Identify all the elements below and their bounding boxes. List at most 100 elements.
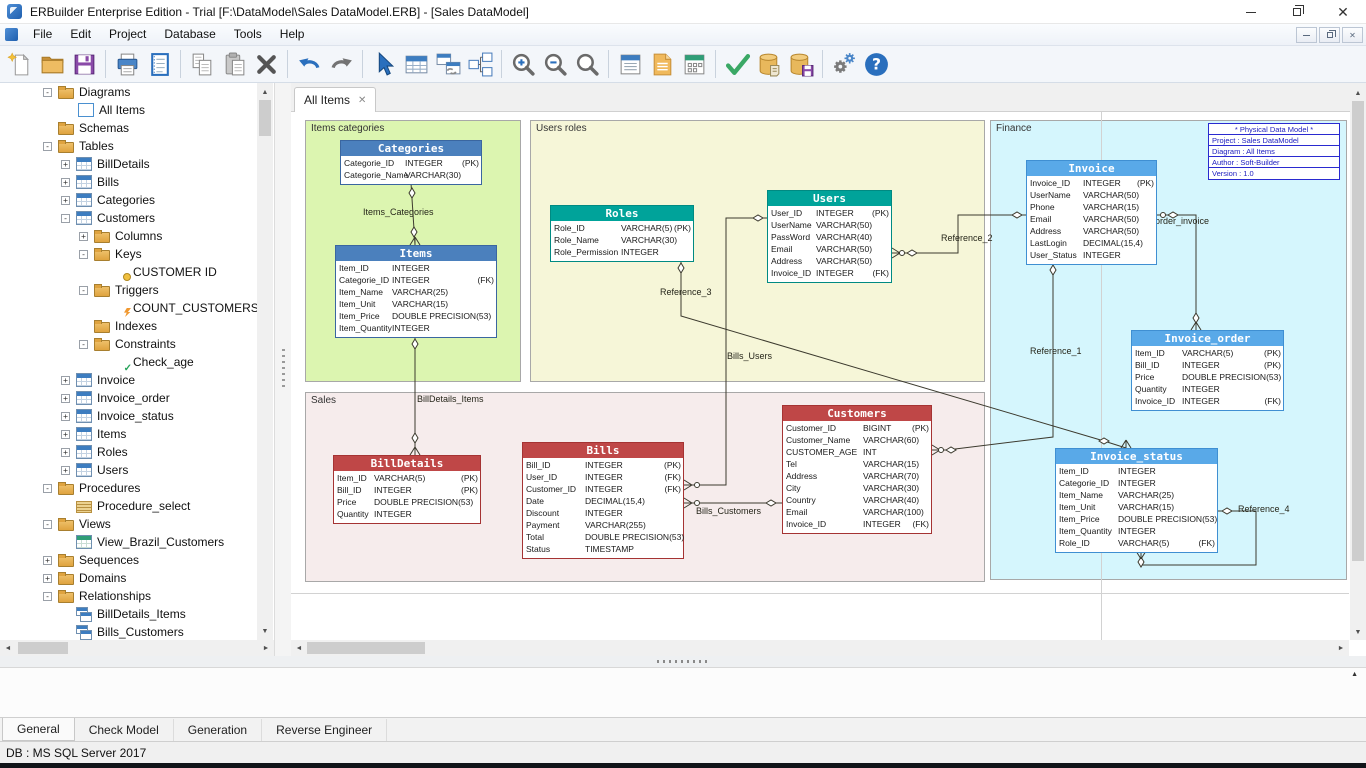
zoom-in-button[interactable] xyxy=(507,48,539,80)
tree-item-procedures[interactable]: -Procedures xyxy=(0,479,257,497)
tree-item-diagrams[interactable]: -Diagrams xyxy=(0,83,257,101)
entity-invoice[interactable]: InvoiceInvoice_IDINTEGER(PK)UserNameVARC… xyxy=(1026,160,1157,265)
expander-plus-icon[interactable]: + xyxy=(61,178,70,187)
tree-item-columns[interactable]: +Columns xyxy=(0,227,257,245)
print-button[interactable] xyxy=(111,48,143,80)
entity-invoice_status[interactable]: Invoice_statusItem_IDINTEGERCategorie_ID… xyxy=(1055,448,1218,553)
expander-plus-icon[interactable]: + xyxy=(61,430,70,439)
tree-item-count-customers[interactable]: COUNT_CUSTOMERS xyxy=(0,299,257,317)
canvas-vertical-scrollbar[interactable]: ▲ ▼ xyxy=(1350,85,1366,640)
model-info-box[interactable]: * Physical Data Model *Project : Sales D… xyxy=(1208,123,1340,180)
panel-splitter-horizontal[interactable] xyxy=(0,656,1366,667)
relationship-label-reference_3[interactable]: Reference_3 xyxy=(660,287,712,297)
expander-minus-icon[interactable]: - xyxy=(79,250,88,259)
expander-plus-icon[interactable]: + xyxy=(61,466,70,475)
zoom-button[interactable] xyxy=(571,48,603,80)
tree-item-check-age[interactable]: Check_age xyxy=(0,353,257,371)
restore-button[interactable] xyxy=(1274,0,1320,24)
expander-plus-icon[interactable]: + xyxy=(61,394,70,403)
tree-item-relationships[interactable]: -Relationships xyxy=(0,587,257,605)
view-grid-button[interactable] xyxy=(678,48,710,80)
canvas-horizontal-scrollbar[interactable]: ◄ ► xyxy=(291,640,1349,656)
expander-minus-icon[interactable]: - xyxy=(43,142,52,151)
tree-item-bills-customers[interactable]: Bills_Customers xyxy=(0,623,257,640)
check-model-button[interactable] xyxy=(721,48,753,80)
expander-minus-icon[interactable]: - xyxy=(61,214,70,223)
diagram-surface[interactable]: Items categoriesUsers rolesFinanceSalesI… xyxy=(291,112,1349,640)
scroll-right-icon[interactable]: ► xyxy=(1333,641,1349,655)
tree-item-categories[interactable]: +Categories xyxy=(0,191,257,209)
expander-minus-icon[interactable]: - xyxy=(43,592,52,601)
pointer-button[interactable] xyxy=(368,48,400,80)
scroll-up-icon[interactable]: ▲ xyxy=(257,85,273,99)
close-button[interactable]: ✕ xyxy=(1320,0,1366,24)
minimize-button[interactable] xyxy=(1228,0,1274,24)
tab-all-items[interactable]: All Items ✕ xyxy=(294,87,376,112)
tree-horizontal-scrollbar[interactable]: ◄ ► xyxy=(0,640,274,656)
tree-item-all-items[interactable]: All Items xyxy=(0,101,257,119)
expander-minus-icon[interactable]: - xyxy=(43,88,52,97)
new-document-button[interactable] xyxy=(4,48,36,80)
zoom-out-button[interactable] xyxy=(539,48,571,80)
mdi-close-button[interactable]: ✕ xyxy=(1342,27,1363,43)
add-relationship-button[interactable] xyxy=(432,48,464,80)
tab-reverse-engineer[interactable]: Reverse Engineer xyxy=(262,719,387,741)
entity-users[interactable]: UsersUser_IDINTEGER(PK)UserNameVARCHAR(5… xyxy=(767,190,892,283)
expander-minus-icon[interactable]: - xyxy=(43,520,52,529)
delete-button[interactable] xyxy=(250,48,282,80)
tree-item-items[interactable]: +Items xyxy=(0,425,257,443)
menu-file[interactable]: File xyxy=(24,24,61,45)
menu-edit[interactable]: Edit xyxy=(61,24,100,45)
expander-plus-icon[interactable]: + xyxy=(61,196,70,205)
tree-item-bills[interactable]: +Bills xyxy=(0,173,257,191)
expander-plus-icon[interactable]: + xyxy=(79,232,88,241)
expander-plus-icon[interactable]: + xyxy=(61,412,70,421)
menu-help[interactable]: Help xyxy=(271,24,314,45)
tab-general[interactable]: General xyxy=(2,718,75,741)
generate-database-button[interactable] xyxy=(753,48,785,80)
tree-item-users[interactable]: +Users xyxy=(0,461,257,479)
tree-item-billdetails-items[interactable]: BillDetails_Items xyxy=(0,605,257,623)
tab-generation[interactable]: Generation xyxy=(174,719,262,741)
tab-check-model[interactable]: Check Model xyxy=(75,719,174,741)
save-database-button[interactable] xyxy=(785,48,817,80)
entity-categories[interactable]: CategoriesCategorie_IDINTEGER(PK)Categor… xyxy=(340,140,482,185)
entity-roles[interactable]: RolesRole_IDVARCHAR(5)(PK)Role_NameVARCH… xyxy=(550,205,694,262)
entity-items[interactable]: ItemsItem_IDINTEGERCategorie_IDINTEGER(F… xyxy=(335,245,497,338)
save-button[interactable] xyxy=(68,48,100,80)
view-outline-button[interactable] xyxy=(614,48,646,80)
relationship-label-reference_4[interactable]: Reference_4 xyxy=(1238,504,1290,514)
panel-splitter-vertical[interactable] xyxy=(274,83,291,656)
expander-minus-icon[interactable]: - xyxy=(79,286,88,295)
view-report-button[interactable] xyxy=(646,48,678,80)
relationship-label-order_invoice[interactable]: order_invoice xyxy=(1155,216,1209,226)
expander-plus-icon[interactable]: + xyxy=(61,448,70,457)
expander-minus-icon[interactable]: - xyxy=(79,340,88,349)
relationship-label-billdetails_items[interactable]: BillDetails_Items xyxy=(417,394,484,404)
tree-item-customer-id[interactable]: CUSTOMER ID xyxy=(0,263,257,281)
open-project-button[interactable] xyxy=(36,48,68,80)
entity-customers[interactable]: CustomersCustomer_IDBIGINT(PK)Customer_N… xyxy=(782,405,932,534)
mdi-restore-button[interactable] xyxy=(1319,27,1340,43)
tree-item-triggers[interactable]: -Triggers xyxy=(0,281,257,299)
entity-billdetails[interactable]: BillDetailsItem_IDVARCHAR(5)(PK)Bill_IDI… xyxy=(333,455,481,524)
tree-item-sequences[interactable]: +Sequences xyxy=(0,551,257,569)
relationship-label-bills_users[interactable]: Bills_Users xyxy=(727,351,772,361)
tree-item-customers[interactable]: -Customers xyxy=(0,209,257,227)
expander-plus-icon[interactable]: + xyxy=(43,574,52,583)
tree-item-views[interactable]: -Views xyxy=(0,515,257,533)
scroll-right-icon[interactable]: ► xyxy=(258,641,274,655)
menu-project[interactable]: Project xyxy=(100,24,155,45)
tab-close-icon[interactable]: ✕ xyxy=(358,95,366,106)
paste-button[interactable] xyxy=(218,48,250,80)
tree-item-schemas[interactable]: Schemas xyxy=(0,119,257,137)
expander-plus-icon[interactable]: + xyxy=(61,160,70,169)
scroll-left-icon[interactable]: ◄ xyxy=(291,641,307,655)
tree-item-invoice-order[interactable]: +Invoice_order xyxy=(0,389,257,407)
scroll-up-icon[interactable]: ▲ xyxy=(1350,86,1366,100)
add-table-button[interactable] xyxy=(400,48,432,80)
tree-item-invoice-status[interactable]: +Invoice_status xyxy=(0,407,257,425)
tree-item-constraints[interactable]: -Constraints xyxy=(0,335,257,353)
auto-layout-button[interactable] xyxy=(464,48,496,80)
tree-item-tables[interactable]: -Tables xyxy=(0,137,257,155)
